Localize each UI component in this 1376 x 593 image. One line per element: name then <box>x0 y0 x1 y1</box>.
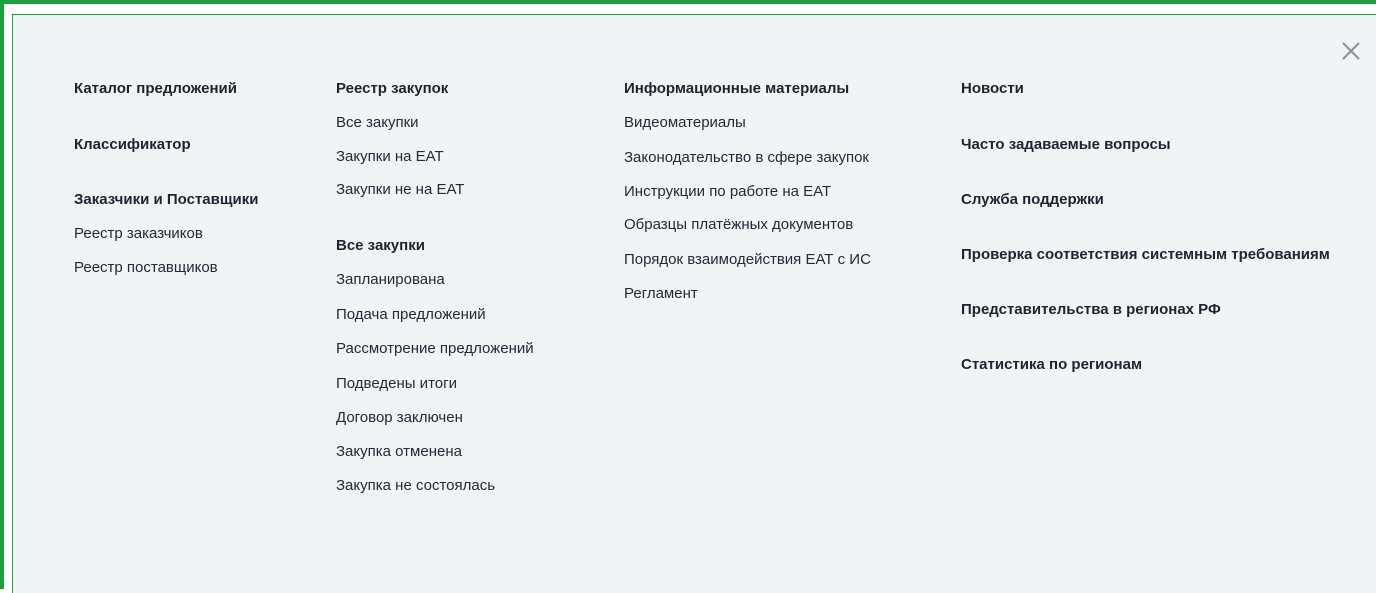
menu-link-support[interactable]: Служба поддержки <box>961 191 1104 209</box>
menu-frame: Каталог предложений Классификатор Заказч… <box>0 0 1376 593</box>
menu-heading-all-purchases[interactable]: Все закупки <box>336 237 425 255</box>
menu-link-regional-offices[interactable]: Представительства в регионах РФ <box>961 301 1221 319</box>
menu-link-status-review[interactable]: Рассмотрение предложений <box>336 340 534 358</box>
menu-link-instructions[interactable]: Инструкции по работе на ЕАТ <box>624 183 831 201</box>
menu-link-region-stats[interactable]: Статистика по регионам <box>961 356 1142 374</box>
menu-link-payment-samples[interactable]: Образцы платёжных документов <box>624 216 853 234</box>
menu-link-customers-registry[interactable]: Реестр заказчиков <box>74 225 203 243</box>
menu-link-suppliers-registry[interactable]: Реестр поставщиков <box>74 259 218 277</box>
menu-link-interaction-order[interactable]: Порядок взаимодействия ЕАТ с ИС <box>624 251 871 269</box>
menu-link-video[interactable]: Видеоматериалы <box>624 114 746 132</box>
menu-link-status-failed[interactable]: Закупка не состоялась <box>336 477 495 495</box>
menu-link-status-contract[interactable]: Договор заключен <box>336 409 463 427</box>
menu-link-catalog[interactable]: Каталог предложений <box>74 80 237 98</box>
menu-link-status-results[interactable]: Подведены итоги <box>336 375 457 393</box>
menu-link-all-purchases[interactable]: Все закупки <box>336 114 419 132</box>
menu-heading-purchases-registry[interactable]: Реестр закупок <box>336 80 448 98</box>
menu-link-purchases-not-on-eat[interactable]: Закупки не на ЕАТ <box>336 181 464 199</box>
menu-link-legislation[interactable]: Законодательство в сфере закупок <box>624 149 869 167</box>
menu-link-news[interactable]: Новости <box>961 80 1024 98</box>
menu-link-purchases-on-eat[interactable]: Закупки на ЕАТ <box>336 148 444 166</box>
menu-link-faq[interactable]: Часто задаваемые вопросы <box>961 136 1171 154</box>
menu-link-status-planned[interactable]: Запланирована <box>336 271 445 289</box>
menu-heading-info-materials[interactable]: Информационные материалы <box>624 80 849 98</box>
menu-link-status-submission[interactable]: Подача предложений <box>336 306 486 324</box>
menu-link-classifier[interactable]: Классификатор <box>74 136 191 154</box>
menu-link-system-requirements[interactable]: Проверка соответствия системным требован… <box>961 246 1330 264</box>
menu-link-status-cancelled[interactable]: Закупка отменена <box>336 443 462 461</box>
menu-heading-customers-suppliers[interactable]: Заказчики и Поставщики <box>74 191 258 209</box>
close-icon[interactable] <box>1340 40 1362 62</box>
menu-link-regulations[interactable]: Регламент <box>624 285 698 303</box>
